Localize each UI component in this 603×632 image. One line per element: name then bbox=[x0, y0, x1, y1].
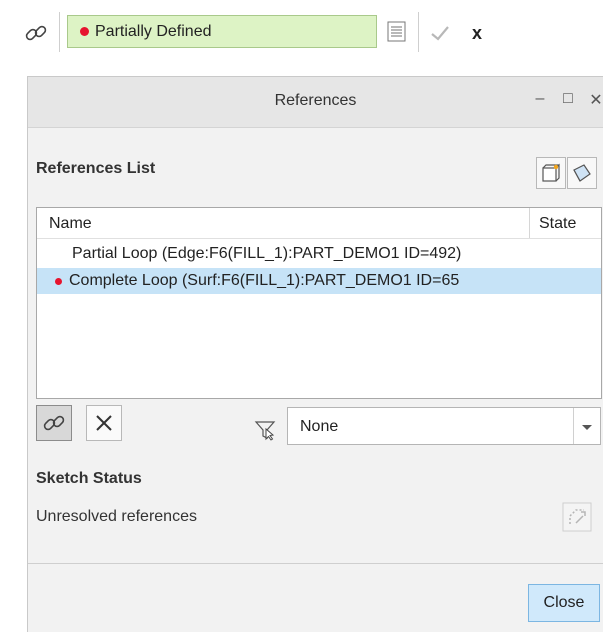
chevron-down-icon[interactable] bbox=[581, 420, 593, 432]
column-header-state[interactable]: State bbox=[539, 215, 576, 233]
close-icon[interactable]: ✕ bbox=[589, 90, 603, 110]
filter-icon bbox=[254, 419, 276, 441]
checkmark-icon[interactable] bbox=[425, 16, 455, 50]
close-icon[interactable]: x bbox=[462, 16, 492, 50]
references-link-icon[interactable] bbox=[21, 16, 51, 50]
add-reference-icon[interactable] bbox=[536, 157, 566, 189]
minimize-icon[interactable]: – bbox=[533, 90, 547, 110]
separator bbox=[59, 12, 60, 52]
filter-selected-value: None bbox=[300, 418, 339, 435]
surface-select-icon[interactable] bbox=[567, 157, 597, 189]
column-header-name[interactable]: Name bbox=[49, 215, 92, 233]
table-header: Name State bbox=[37, 208, 601, 239]
status-dot-icon bbox=[80, 27, 89, 36]
dashboard-toolbar: Partially Defined x bbox=[0, 0, 603, 68]
sketch-status-field: Partially Defined bbox=[67, 15, 377, 48]
row-name: Partial Loop (Edge:F6(FILL_1):PART_DEMO1… bbox=[72, 245, 462, 262]
list-icon[interactable] bbox=[386, 20, 408, 44]
references-table: Name State Partial Loop (Edge:F6(FILL_1)… bbox=[36, 207, 602, 399]
close-button[interactable]: Close bbox=[528, 584, 600, 622]
separator bbox=[418, 12, 419, 52]
title-bar: References – □ ✕ bbox=[28, 77, 603, 128]
sketch-status-text: Unresolved references bbox=[36, 508, 197, 525]
references-list-label: References List bbox=[36, 160, 156, 177]
select-divider bbox=[573, 408, 574, 444]
dialog-title: References bbox=[274, 92, 357, 109]
separator bbox=[28, 563, 603, 564]
table-row[interactable]: Partial Loop (Edge:F6(FILL_1):PART_DEMO1… bbox=[37, 241, 601, 267]
resolve-icon[interactable] bbox=[562, 502, 592, 532]
table-row[interactable]: Complete Loop (Surf:F6(FILL_1):PART_DEMO… bbox=[37, 268, 601, 294]
unresolved-dot-icon bbox=[55, 278, 62, 285]
sketch-status-label: Sketch Status bbox=[36, 470, 142, 487]
references-link-icon[interactable] bbox=[36, 405, 72, 441]
column-divider bbox=[529, 208, 530, 238]
row-name: Complete Loop (Surf:F6(FILL_1):PART_DEMO… bbox=[69, 272, 460, 289]
delete-reference-icon[interactable] bbox=[86, 405, 122, 441]
filter-select[interactable]: None bbox=[287, 407, 601, 445]
window-controls: – □ ✕ bbox=[533, 90, 603, 110]
status-text: Partially Defined bbox=[95, 22, 212, 40]
references-dialog: References – □ ✕ References List Name St… bbox=[27, 76, 603, 632]
maximize-icon[interactable]: □ bbox=[561, 90, 575, 110]
